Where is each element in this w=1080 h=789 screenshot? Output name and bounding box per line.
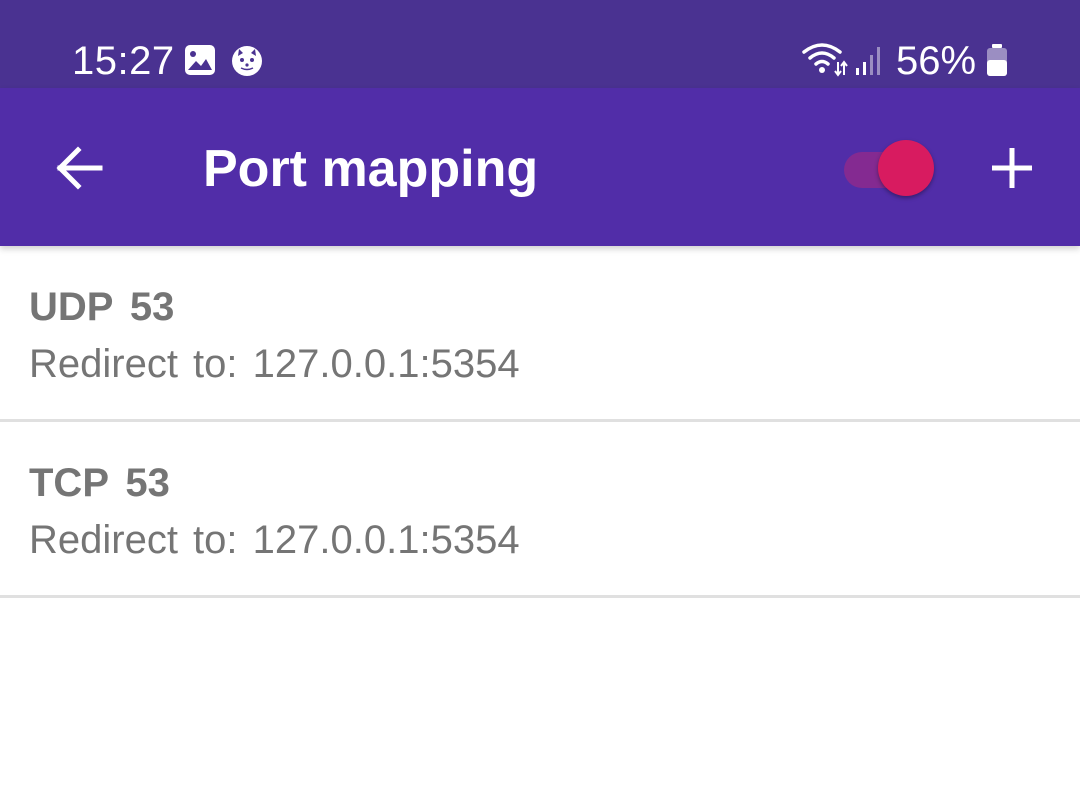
mapping-redirect: Redirect to: 127.0.0.1:5354 <box>29 342 520 386</box>
status-time: 15:27 <box>72 39 175 83</box>
mapping-redirect: Redirect to: 127.0.0.1:5354 <box>29 518 520 562</box>
signal-icon <box>854 42 884 78</box>
toggle-thumb <box>878 140 934 196</box>
add-mapping-button[interactable] <box>972 128 1052 208</box>
arrow-left-icon <box>40 146 120 212</box>
list-item-tcp-53[interactable]: TCP 53 Redirect to: 127.0.0.1:5354 <box>0 422 1080 598</box>
status-bar: 15:27 56% <box>0 0 1080 88</box>
cat-face-icon <box>229 42 265 78</box>
plus-icon <box>972 148 1052 212</box>
port-mapping-list: UDP 53 Redirect to: 127.0.0.1:5354 TCP 5… <box>0 246 1080 598</box>
image-icon <box>182 42 218 78</box>
battery-icon <box>984 42 1010 78</box>
mapping-title: TCP 53 <box>29 461 170 505</box>
port-mapping-toggle[interactable] <box>838 136 938 200</box>
battery-percent: 56% <box>896 39 977 83</box>
app-bar: Port mapping <box>0 88 1080 246</box>
wifi-icon <box>802 42 848 78</box>
back-button[interactable] <box>40 128 120 208</box>
list-item-udp-53[interactable]: UDP 53 Redirect to: 127.0.0.1:5354 <box>0 246 1080 422</box>
mapping-title: UDP 53 <box>29 285 175 329</box>
page-title: Port mapping <box>203 140 539 198</box>
